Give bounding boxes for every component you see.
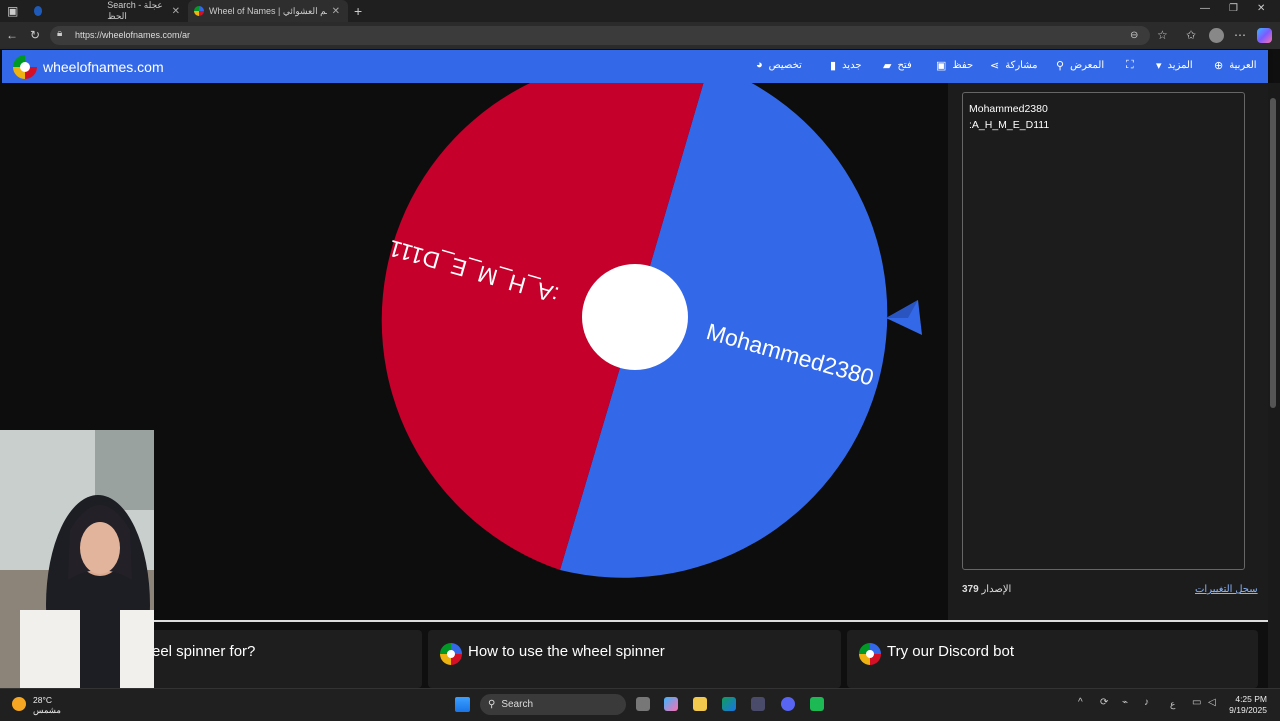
palette-icon: ◕ [756,59,763,71]
weather-desc: مشمس [33,705,61,715]
windows-start-icon[interactable] [455,697,470,712]
store-icon[interactable] [751,697,765,711]
brand-title[interactable]: wheelofnames.com [43,59,164,75]
folder-icon: ▰ [883,60,892,72]
window-close-icon[interactable]: ✕ [1257,3,1265,14]
edge-browser-icon[interactable] [722,697,736,711]
nav-save-button[interactable]: ▣ حفظ [936,59,973,72]
card-title: How to use the wheel spinner [468,643,665,660]
task-view-icon[interactable] [636,697,650,711]
version-info: 379 الإصدار [962,584,1011,595]
favorites-icon[interactable]: ✩ [1186,28,1196,42]
copilot-icon[interactable] [1257,28,1272,43]
search-icon: ⚲ [488,699,496,710]
tab-title: Wheel of Names | الاسم العشوائي [209,5,327,16]
card-title: Try our Discord bot [887,643,1014,660]
nav-label: جديد [842,60,862,71]
caret-down-icon: ▾ [1156,60,1162,72]
tab-title: Search - عجلة الحظ [107,0,163,21]
globe-icon: ⊕ [1214,60,1224,72]
nav-label: مشاركة [1005,60,1038,71]
back-icon[interactable]: ← [6,28,18,42]
minimize-icon[interactable]: — [1200,3,1210,14]
version-number: 379 [962,584,979,595]
version-label: الإصدار [981,584,1012,595]
close-icon[interactable]: ✕ [172,6,180,17]
file-icon: ▮ [830,60,837,72]
sun-weather-icon[interactable] [12,697,26,711]
search-icon: ⚲ [1056,60,1065,72]
browser-tab-bar: ▣ Search - عجلة الحظ ✕ Wheel of Names | … [0,0,1280,22]
taskbar-search[interactable]: ⚲ Search [480,694,626,715]
share-icon: ⋖ [990,60,1000,72]
webcam-person-image [0,430,154,688]
maximize-icon[interactable]: ❐ [1229,3,1238,14]
nav-label: المعرض [1070,60,1105,71]
nav-label: تخصيص [768,59,802,71]
weather-temp: 28°C [33,695,52,705]
tray-expand-icon[interactable]: ^ [1078,697,1083,708]
nav-open-button[interactable]: ▰ فتح [883,59,912,72]
more-menu-icon[interactable]: ⋯ [1234,28,1246,42]
weather-widget[interactable]: 28°C مشمس [33,695,61,715]
close-icon[interactable]: ✕ [332,6,340,17]
sync-icon[interactable]: ⟳ [1100,697,1108,708]
spinning-wheel[interactable]: Mohammed2380 :A_H_M_E_D111 [300,83,940,620]
nav-more-button[interactable]: ▾ المزيد [1156,59,1193,72]
discord-icon[interactable] [781,697,795,711]
taskbar-clock[interactable]: 4:25 PM 9/19/2025 [1225,694,1267,716]
wheel-logo-icon [859,643,881,665]
entries-textarea[interactable]: Mohammed2380 :A_H_M_E_D111 [962,92,1245,570]
favorite-star-icon[interactable]: ☆ [1157,28,1168,42]
section-divider [0,620,1268,622]
search-favicon-icon [34,6,43,16]
reader-icon[interactable]: ⊖ [1130,30,1138,41]
save-icon: ▣ [936,60,947,72]
fullscreen-icon[interactable]: ⛶ [1126,59,1134,72]
display-icon[interactable]: ▭ [1192,697,1201,708]
nav-label: المزيد [1167,60,1193,71]
url-field[interactable]: 🔒︎ [50,26,1150,45]
file-explorer-icon[interactable] [693,697,707,711]
nav-label: فتح [897,60,912,71]
network-icon[interactable]: ⌁ [1122,697,1128,708]
url-text: https://wheelofnames.com/ar [75,30,191,40]
nav-label: حفظ [952,60,974,71]
input-language-icon[interactable]: ع [1170,699,1175,710]
clock-date: 9/19/2025 [1229,705,1267,715]
tab-search[interactable]: Search - عجلة الحظ ✕ [28,0,188,22]
profile-avatar[interactable] [1209,28,1224,43]
nav-language-button[interactable]: ⊕ العربية [1214,59,1257,72]
lock-icon[interactable]: 🔒︎ [57,28,62,39]
nav-label: العربية [1229,60,1257,71]
page-scrollbar[interactable] [1268,83,1280,688]
entry-line: Mohammed2380 [969,103,1048,115]
microphone-icon[interactable]: ♪ [1144,697,1149,708]
nav-share-button[interactable]: ⋖ مشاركة [990,59,1038,72]
changelog-link[interactable]: سجل التغييرات [1195,584,1258,595]
card-title: eel spinner for? [152,643,256,660]
wheel-logo-icon [440,643,462,665]
entry-line: :A_H_M_E_D111 [969,119,1050,131]
nav-customize-button[interactable]: ◕ تخصيص [756,59,802,71]
webcam-overlay [0,430,154,688]
copilot-taskbar-icon[interactable] [664,697,678,711]
info-card-discord[interactable]: Try our Discord bot [847,630,1258,688]
tab-actions-icon[interactable]: ▣ [7,4,18,18]
search-placeholder: Search [501,699,534,710]
wheel-center-hub[interactable] [582,264,688,370]
nav-new-button[interactable]: ▮ جديد [830,59,862,72]
wheel-favicon-icon [194,6,204,16]
refresh-icon[interactable]: ↻ [30,28,40,42]
info-card-how-to[interactable]: How to use the wheel spinner [428,630,841,688]
app-icon[interactable] [810,697,824,711]
clock-time: 4:25 PM [1235,694,1267,704]
nav-gallery-button[interactable]: ⚲ المعرض [1056,59,1104,72]
wheel-logo-icon[interactable] [13,55,37,79]
volume-icon[interactable]: ◁ [1208,697,1216,708]
info-card-use[interactable]: eel spinner for? [140,630,422,688]
new-tab-icon[interactable]: + [354,3,362,19]
tab-wheel-of-names[interactable]: Wheel of Names | الاسم العشوائي ✕ [188,0,348,22]
